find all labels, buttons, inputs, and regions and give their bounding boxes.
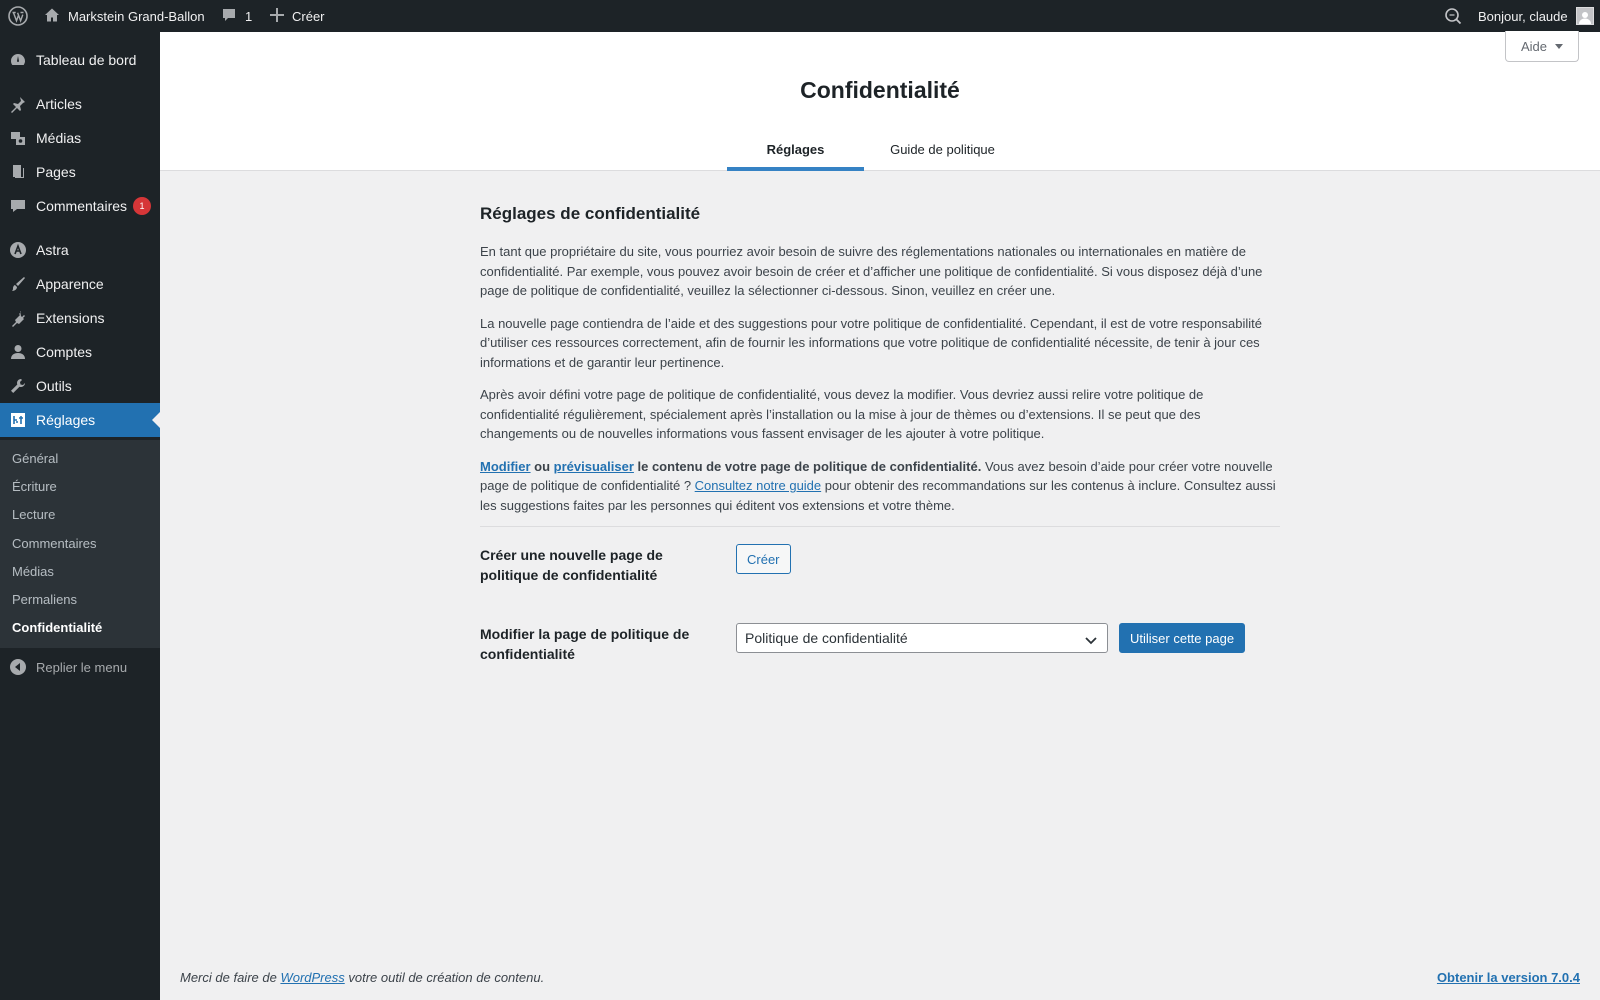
upgrade-link[interactable]: Obtenir la version 7.0.4 <box>1437 970 1580 985</box>
tab-settings[interactable]: Réglages <box>727 128 864 171</box>
media-icon <box>0 129 36 147</box>
sidebar-item-media[interactable]: Médias <box>0 121 160 155</box>
selected-page: Politique de confidentialité <box>745 630 908 646</box>
brush-icon <box>0 275 36 293</box>
sidebar-item-comments[interactable]: Commentaires 1 <box>0 189 160 223</box>
comment-bubble-icon <box>221 7 237 26</box>
settings-submenu: Général Écriture Lecture Commentaires Mé… <box>0 440 160 648</box>
submenu-item-discussion[interactable]: Commentaires <box>12 536 97 551</box>
review-paragraph: Après avoir défini votre page de politiq… <box>480 387 1204 441</box>
page-title: Confidentialité <box>800 77 960 103</box>
use-page-button[interactable]: Utiliser cette page <box>1119 623 1246 653</box>
edit-policy-link[interactable]: Modifier <box>480 459 531 474</box>
help-tab-button[interactable]: Aide <box>1505 31 1579 62</box>
user-icon <box>0 343 36 361</box>
bold-sentence: le contenu de votre page de politique de… <box>633 458 982 474</box>
sidebar-item-tools[interactable]: Outils <box>0 369 160 403</box>
sidebar-item-label: Pages <box>36 164 76 180</box>
comments-count-badge: 1 <box>133 197 152 215</box>
avatar <box>1575 7 1594 25</box>
footer-text: votre outil de création de contenu. <box>344 970 545 985</box>
sidebar-item-label: Astra <box>36 242 69 258</box>
create-button[interactable]: Créer <box>736 544 791 574</box>
sidebar-item-label: Médias <box>36 130 82 146</box>
sidebar-item-astra[interactable]: Astra <box>0 233 160 267</box>
sidebar-item-appearance[interactable]: Apparence <box>0 267 160 301</box>
submenu-item-general[interactable]: Général <box>12 451 58 466</box>
submenu-item-permalinks[interactable]: Permaliens <box>12 592 77 607</box>
new-content-link[interactable]: Créer <box>270 0 325 32</box>
submenu-item-reading[interactable]: Lecture <box>12 507 55 522</box>
comments-count: 1 <box>245 8 253 24</box>
page-header: Aide Confidentialité Réglages Guide de p… <box>160 31 1600 171</box>
sidebar-item-settings[interactable]: Réglages <box>0 403 160 437</box>
astra-icon <box>0 241 36 259</box>
sidebar-item-label: Outils <box>36 378 72 394</box>
section-heading: Réglages de confidentialité <box>480 204 701 223</box>
help-label: Aide <box>1520 38 1548 54</box>
footer-thanks: Merci de faire de WordPress votre outil … <box>180 970 544 985</box>
sidebar-item-plugins[interactable]: Extensions <box>0 301 160 335</box>
greeting: Bonjour, claude <box>1478 8 1568 24</box>
footer-text: Merci de faire de <box>180 970 281 985</box>
caret-down-icon <box>1555 43 1564 49</box>
admin-sidebar: Tableau de bord Articles Médias Pages Co… <box>0 32 160 1000</box>
responsibility-paragraph: La nouvelle page contiendra de l’aide et… <box>480 315 1262 370</box>
sidebar-item-label: Tableau de bord <box>36 52 137 68</box>
wordpress-logo-icon[interactable] <box>6 0 30 32</box>
collapse-menu-button[interactable]: Replier le menu <box>0 650 160 684</box>
sidebar-item-users[interactable]: Comptes <box>0 335 160 369</box>
settings-icon <box>0 411 36 429</box>
guide-link[interactable]: Consultez notre guide <box>695 478 821 493</box>
home-icon <box>44 7 60 26</box>
preview-policy-link[interactable]: prévisualiser <box>554 459 634 474</box>
my-account-link[interactable]: Bonjour, claude <box>1478 0 1594 32</box>
comments-link[interactable]: 1 <box>221 0 252 32</box>
or-text: ou <box>530 458 554 474</box>
sidebar-item-label: Apparence <box>36 276 104 292</box>
wrench-icon <box>0 377 36 395</box>
submenu-item-writing[interactable]: Écriture <box>12 479 57 494</box>
site-name: Markstein Grand-Ballon <box>68 8 205 24</box>
tab-policy-guide[interactable]: Guide de politique <box>874 128 1011 170</box>
edit-preview-paragraph: Modifier ou prévisualiser le contenu de … <box>480 457 1280 516</box>
change-page-label: Modifier la page de politique de confide… <box>480 626 690 662</box>
sidebar-item-label: Commentaires <box>36 198 128 214</box>
sidebar-item-articles[interactable]: Articles <box>0 87 160 121</box>
sidebar-item-label: Comptes <box>36 344 93 360</box>
plus-icon <box>270 7 284 25</box>
pin-icon <box>0 95 36 113</box>
submenu-item-privacy[interactable]: Confidentialité <box>12 620 102 635</box>
create-page-label: Créer une nouvelle page de politique de … <box>480 547 663 583</box>
collapse-arrow-icon <box>0 658 36 676</box>
sidebar-item-pages[interactable]: Pages <box>0 155 160 189</box>
site-name-link[interactable]: Markstein Grand-Ballon <box>44 0 205 32</box>
sidebar-item-dashboard[interactable]: Tableau de bord <box>0 43 160 77</box>
privacy-page-select[interactable]: Politique de confidentialité <box>736 623 1108 653</box>
wordpress-link[interactable]: WordPress <box>280 970 344 985</box>
new-content-label: Créer <box>292 8 325 24</box>
collapse-menu-label: Replier le menu <box>36 659 128 675</box>
pages-icon <box>0 163 36 181</box>
submenu-item-media[interactable]: Médias <box>12 564 54 579</box>
dashboard-icon <box>0 51 36 69</box>
plugin-icon <box>0 309 36 327</box>
sidebar-item-label: Réglages <box>36 412 96 428</box>
chevron-down-icon <box>1085 633 1097 649</box>
main-content: Réglages de confidentialité En tant que … <box>480 171 1280 662</box>
search-icon[interactable] <box>1444 0 1462 32</box>
sidebar-item-label: Articles <box>36 96 82 112</box>
comments-icon <box>0 197 36 215</box>
intro-paragraph: En tant que propriétaire du site, vous p… <box>480 244 1263 298</box>
sidebar-item-label: Extensions <box>36 310 105 326</box>
admin-bar: Markstein Grand-Ballon 1 Créer Bonjour, … <box>0 0 1600 32</box>
divider <box>480 526 1280 527</box>
